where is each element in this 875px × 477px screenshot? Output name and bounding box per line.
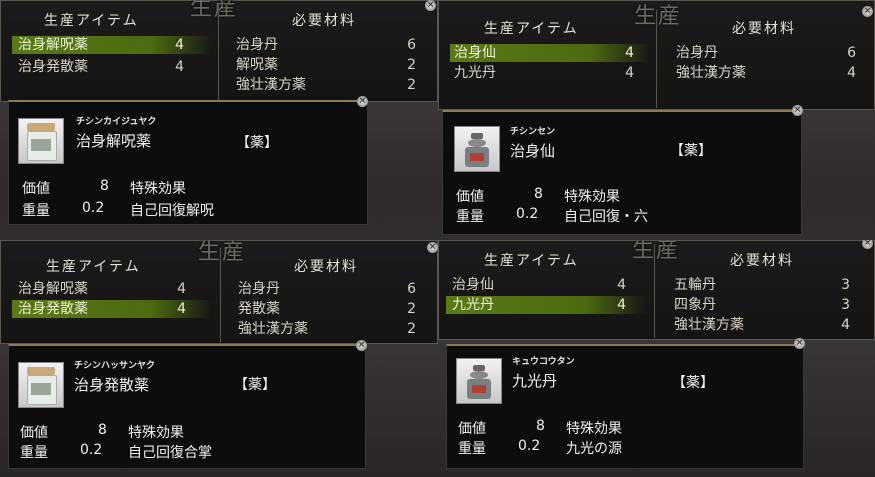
material-row: 発散薬 2 — [238, 301, 416, 317]
weight-label: 重量 — [456, 209, 484, 225]
detail-close-icon[interactable]: × — [357, 96, 368, 107]
item-furigana: キュウコウタン — [512, 357, 575, 367]
value: 8 — [100, 178, 109, 194]
production-window-1: 生産 × 生産アイテム 必要材料 治身解呪薬 4 治身発散薬 4 治身丹 6 解呪… — [0, 0, 438, 235]
production-window-4: 生産 × 生産アイテム 必要材料 治身仙 4 九光丹 4 五輪丹 3 四象丹 3 強… — [438, 240, 875, 477]
header-materials: 必要材料 — [292, 13, 356, 29]
production-window-3: 生産 × 生産アイテム 必要材料 治身解呪薬 4 治身発散薬 4 治身丹 6 発散… — [0, 240, 438, 477]
material-row: 強壮漢方薬 2 — [238, 321, 416, 337]
divider — [656, 10, 657, 108]
close-icon[interactable]: × — [427, 242, 438, 253]
item-row[interactable]: 治身仙 4 — [446, 276, 646, 294]
value: 8 — [536, 418, 545, 434]
jar-icon — [18, 362, 64, 408]
material-row: 五輪丹 3 — [674, 277, 850, 293]
material-row: 強壮漢方薬 2 — [236, 77, 416, 93]
header-materials: 必要材料 — [732, 21, 796, 37]
jar-icon — [18, 118, 64, 164]
item-row[interactable]: 九光丹 4 — [450, 64, 650, 82]
value-label: 価値 — [20, 425, 48, 441]
deco-title: 生産 — [632, 240, 681, 263]
item-row[interactable]: 治身解呪薬 4 — [12, 280, 212, 298]
item-type: 【薬】 — [236, 135, 278, 151]
item-type: 【薬】 — [670, 143, 712, 159]
item-name: 治身発散薬 — [74, 376, 150, 394]
deco-title: 生産 — [634, 4, 683, 29]
weight: 0.2 — [516, 206, 539, 222]
divider — [220, 248, 221, 342]
detail-close-icon[interactable]: × — [356, 340, 367, 351]
item-name: 治身解呪薬 — [76, 132, 152, 150]
value-label: 価値 — [458, 421, 486, 437]
bottle-icon — [454, 126, 500, 172]
weight: 0.2 — [518, 438, 541, 454]
header-materials: 必要材料 — [730, 253, 794, 269]
screenshot-root: 生産 × 生産アイテム 必要材料 治身解呪薬 4 治身発散薬 4 治身丹 6 解呪… — [0, 0, 875, 477]
deco-title: 生産 — [198, 240, 247, 265]
weight-label: 重量 — [20, 445, 48, 461]
material-row: 強壮漢方薬 4 — [674, 317, 850, 333]
value-label: 価値 — [22, 181, 50, 197]
close-icon[interactable]: × — [425, 0, 436, 11]
value: 8 — [534, 186, 543, 202]
material-row: 治身丹 6 — [676, 45, 856, 61]
detail-close-icon[interactable]: × — [794, 338, 805, 349]
header-materials: 必要材料 — [294, 259, 358, 275]
item-row-selected[interactable]: 治身仙 4 — [450, 44, 650, 62]
material-row: 四象丹 3 — [674, 297, 850, 313]
weight: 0.2 — [80, 442, 103, 458]
effect-label: 特殊効果 — [564, 189, 620, 205]
divider — [654, 244, 655, 338]
material-row: 治身丹 6 — [236, 37, 416, 53]
item-furigana: チシンハッサンヤク — [74, 361, 156, 371]
header-items: 生産アイテム — [484, 21, 579, 37]
weight-label: 重量 — [458, 441, 486, 457]
item-row-selected[interactable]: 治身発散薬 4 — [12, 300, 212, 318]
weight: 0.2 — [82, 200, 105, 216]
material-row: 強壮漢方薬 4 — [676, 65, 856, 81]
header-items: 生産アイテム — [44, 13, 139, 29]
divider — [218, 4, 219, 100]
effect: 九光の源 — [566, 441, 622, 457]
item-row-selected[interactable]: 九光丹 4 — [446, 296, 646, 314]
effect: 自己回復合掌 — [128, 445, 212, 461]
value-label: 価値 — [456, 189, 484, 205]
item-furigana: チシンカイジュヤク — [76, 117, 157, 127]
material-row: 治身丹 6 — [238, 281, 416, 297]
effect-label: 特殊効果 — [566, 421, 622, 437]
item-name: 九光丹 — [512, 372, 558, 390]
bottle-icon — [456, 358, 502, 404]
header-items: 生産アイテム — [46, 259, 141, 275]
deco-title: 生産 — [190, 0, 239, 21]
item-name: 治身仙 — [510, 142, 556, 160]
item-row-selected[interactable]: 治身解呪薬 4 — [12, 36, 212, 54]
item-furigana: チシンセン — [510, 127, 556, 137]
item-type: 【薬】 — [234, 377, 276, 393]
weight-label: 重量 — [22, 203, 50, 219]
close-icon[interactable]: × — [862, 6, 873, 17]
header-items: 生産アイテム — [484, 253, 579, 269]
detail-close-icon[interactable]: × — [792, 105, 803, 116]
effect-label: 特殊効果 — [128, 425, 184, 441]
value: 8 — [98, 422, 107, 438]
item-type: 【薬】 — [672, 375, 714, 391]
effect: 自己回復・六 — [564, 209, 648, 225]
effect-label: 特殊効果 — [130, 181, 186, 197]
effect: 自己回復解呪 — [130, 203, 214, 219]
material-row: 解呪薬 2 — [236, 57, 416, 73]
item-row[interactable]: 治身発散薬 4 — [12, 58, 212, 76]
production-window-2: 生産 × 生産アイテム 必要材料 治身仙 4 九光丹 4 治身丹 6 強壮漢方薬 4… — [438, 0, 875, 240]
